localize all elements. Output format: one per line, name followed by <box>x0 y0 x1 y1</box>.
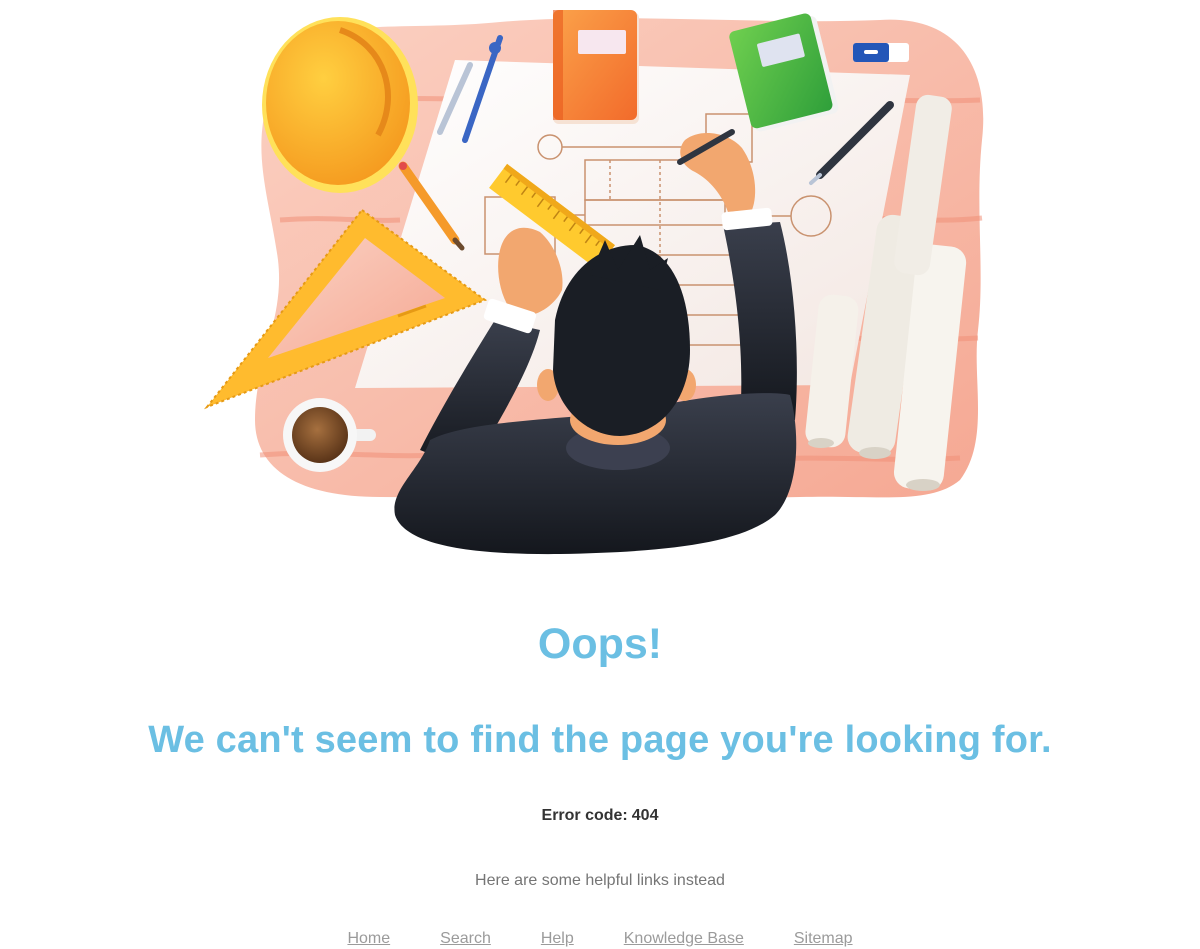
link-help[interactable]: Help <box>541 929 574 949</box>
eraser <box>853 43 909 62</box>
link-home[interactable]: Home <box>347 929 390 949</box>
error-code-value: 404 <box>631 807 659 824</box>
link-search[interactable]: Search <box>440 929 491 949</box>
helpful-links-text: Here are some helpful links instead <box>475 872 725 889</box>
orange-book <box>553 10 639 124</box>
error-code-label: Error code: <box>541 807 628 824</box>
link-knowledge-base[interactable]: Knowledge Base <box>624 929 744 949</box>
oops-heading: Oops! <box>537 620 663 668</box>
architect-desk-illustration <box>203 10 984 555</box>
hero-illustration <box>0 0 1200 570</box>
link-sitemap[interactable]: Sitemap <box>794 929 853 949</box>
error-code-line: Error code: 404 <box>0 805 1200 827</box>
page-not-found-message: We can't seem to find the page you're lo… <box>148 719 1052 761</box>
helpful-links-nav: Home Search Help Knowledge Base Sitemap <box>0 929 1200 949</box>
hard-hat <box>262 17 418 193</box>
